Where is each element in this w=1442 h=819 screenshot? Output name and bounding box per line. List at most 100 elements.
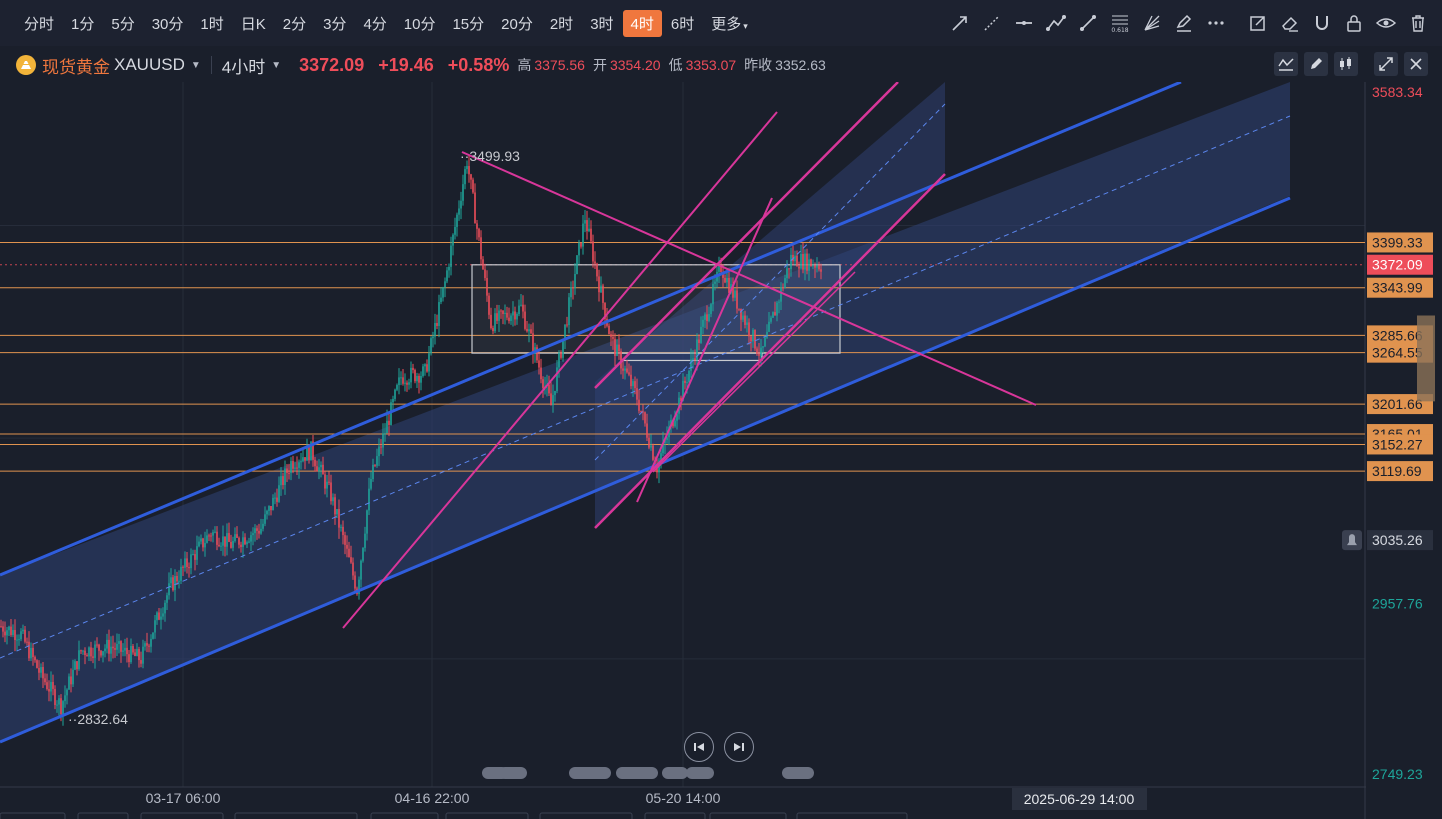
timeframe-tab[interactable]: 5分 xyxy=(103,10,142,37)
candle-body xyxy=(418,375,420,383)
event-marker xyxy=(686,767,714,779)
candle-body xyxy=(118,641,120,644)
candle-body xyxy=(744,315,746,325)
candle-body xyxy=(574,273,576,289)
period-select[interactable]: 4小时 xyxy=(222,53,265,78)
candle-body xyxy=(640,410,642,412)
candle-body xyxy=(558,352,560,368)
eraser-icon[interactable] xyxy=(1274,8,1306,38)
candle-body xyxy=(86,655,88,657)
candle-body xyxy=(160,616,162,620)
candle-body xyxy=(84,650,86,656)
candle-body xyxy=(10,626,12,636)
price-change: +19.46 xyxy=(378,54,434,75)
candle-body xyxy=(28,641,30,659)
candle-body xyxy=(736,290,738,309)
timeframe-tab[interactable]: 3分 xyxy=(315,10,354,37)
period-dropdown-icon[interactable]: ▼ xyxy=(271,60,281,71)
candle-body xyxy=(692,358,694,360)
candle-style-icon[interactable] xyxy=(1334,52,1358,76)
price-chart[interactable]: ··3499.93 ··2832.64 3583.34 2957.76 2749.23… xyxy=(0,82,1442,819)
candle-body xyxy=(300,461,302,463)
candle-body xyxy=(330,482,332,502)
scrollbar-segment[interactable] xyxy=(234,812,358,819)
candle-body xyxy=(388,420,390,425)
candle-body xyxy=(528,329,530,332)
candle-body xyxy=(804,253,806,270)
scrollbar-segment[interactable] xyxy=(370,812,439,819)
close-icon[interactable] xyxy=(1404,52,1428,76)
candle-body xyxy=(262,523,264,529)
timeframe-tab[interactable]: 1分 xyxy=(63,10,102,37)
scrollbar-segment[interactable] xyxy=(539,812,633,819)
expand-icon[interactable] xyxy=(1374,52,1398,76)
indicator-icon[interactable] xyxy=(1274,52,1298,76)
candle-body xyxy=(448,266,450,271)
more-icon[interactable] xyxy=(1200,8,1232,38)
candle-body xyxy=(182,566,184,568)
magnet-icon[interactable] xyxy=(1306,8,1338,38)
timeframe-tab[interactable]: 3时 xyxy=(582,10,621,37)
timeframe-tab[interactable]: 更多 ▾ xyxy=(703,10,756,37)
chart-canvas[interactable]: ··3499.93 ··2832.64 3583.34 2957.76 2749.23… xyxy=(0,82,1442,819)
scrollbar-segment[interactable] xyxy=(77,812,129,819)
candle-body xyxy=(74,661,76,670)
scrollbar-segment[interactable] xyxy=(445,812,529,819)
timeframe-tab[interactable]: 10分 xyxy=(396,10,444,37)
axis-scroll-handle[interactable] xyxy=(1417,315,1435,402)
symbol-name[interactable]: 现货黄金 xyxy=(42,53,110,78)
highlighter-icon[interactable] xyxy=(1168,8,1200,38)
symbol-dropdown-icon[interactable]: ▼ xyxy=(191,60,201,71)
timeframe-tab[interactable]: 6时 xyxy=(663,10,702,37)
timeframe-tab[interactable]: 1时 xyxy=(192,10,231,37)
candle-body xyxy=(474,192,476,224)
candle-body xyxy=(522,304,524,312)
polyline-icon[interactable] xyxy=(1040,8,1072,38)
candle-body xyxy=(580,242,582,247)
note-icon[interactable] xyxy=(1242,8,1274,38)
trend-line-icon[interactable] xyxy=(1072,8,1104,38)
candle-body xyxy=(482,259,484,270)
lock-icon[interactable] xyxy=(1338,8,1370,38)
trading-app: 分时 1分 5分 30分 1时 日K 2分 3分 4分 10分 15分 20分 2时 3时 4时 6时 更多 ▾ … xyxy=(0,0,1442,819)
horizontal-line-icon[interactable] xyxy=(1008,8,1040,38)
candle-body xyxy=(754,329,756,349)
level-tag-label: 3119.69 xyxy=(1372,463,1422,479)
scrollbar-segment[interactable] xyxy=(709,812,787,819)
timeframe-tab[interactable]: 15分 xyxy=(444,10,492,37)
scroll-forward-button[interactable] xyxy=(724,732,754,762)
candle-body xyxy=(4,631,6,636)
candle-body xyxy=(816,265,818,268)
scrollbar-segment[interactable] xyxy=(0,812,66,819)
candle-body xyxy=(402,377,404,384)
draw-pen-icon[interactable] xyxy=(1304,52,1328,76)
timeframe-tab[interactable]: 分时 xyxy=(16,10,62,37)
eye-icon[interactable] xyxy=(1370,8,1402,38)
candle-body xyxy=(308,446,310,461)
candle-body xyxy=(130,645,132,663)
candle-body xyxy=(304,457,306,461)
timeframe-tab[interactable]: 30分 xyxy=(144,10,192,37)
symbol-info-bar: 现货黄金 XAUUSD ▼ 4小时 ▼ 3372.09 +19.46 +0.58… xyxy=(0,48,1442,82)
fibonacci-icon[interactable]: 0.618 xyxy=(1104,8,1136,38)
symbol-code[interactable]: XAUUSD xyxy=(114,55,185,75)
scrollbar-segment[interactable] xyxy=(796,812,908,819)
candle-body xyxy=(772,312,774,318)
trash-icon[interactable] xyxy=(1402,8,1434,38)
timeframe-tab[interactable]: 4时 xyxy=(622,9,662,37)
timeframe-tab[interactable]: 日K xyxy=(233,10,274,37)
scrollbar-segment[interactable] xyxy=(644,812,706,819)
fan-icon[interactable] xyxy=(1136,8,1168,38)
ray-icon[interactable] xyxy=(976,8,1008,38)
timeframe-tab[interactable]: 4分 xyxy=(355,10,394,37)
candle-body xyxy=(566,324,568,326)
timeframe-tab[interactable]: 2分 xyxy=(275,10,314,37)
candle-body xyxy=(264,514,266,524)
timeframe-tab[interactable]: 20分 xyxy=(493,10,541,37)
arrow-line-icon[interactable] xyxy=(944,8,976,38)
candle-body xyxy=(818,265,820,270)
timeframe-tab[interactable]: 2时 xyxy=(542,10,581,37)
scroll-back-button[interactable] xyxy=(684,732,714,762)
scrollbar-segment[interactable] xyxy=(140,812,224,819)
candle-body xyxy=(270,506,272,511)
